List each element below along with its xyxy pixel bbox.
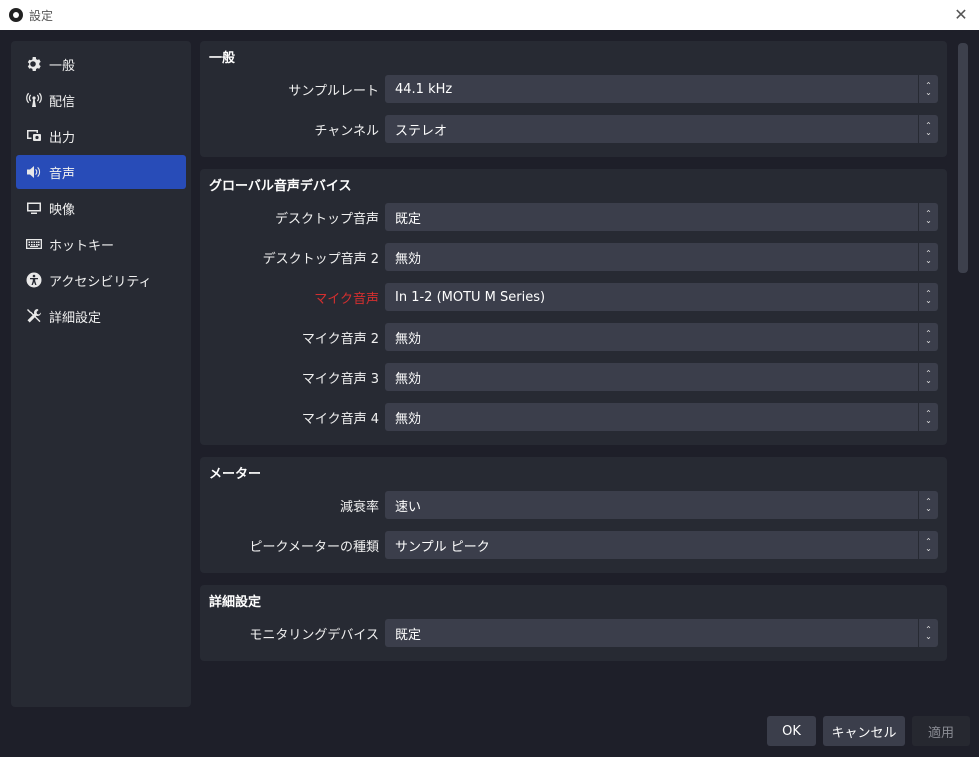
keyboard-icon — [25, 235, 43, 253]
sidebar-item-stream[interactable]: 配信 — [16, 83, 186, 117]
channels-select[interactable]: ステレオ ⌃ ⌄ — [385, 115, 938, 143]
setting-label: マイク音声 — [314, 291, 379, 307]
sidebar-item-label: 映像 — [49, 202, 76, 218]
setting-label: モニタリングデバイス — [249, 627, 379, 643]
sidebar-item-label: アクセシビリティ — [49, 274, 152, 290]
setting-row-mic-audio: マイク音声 In 1-2 (MOTU M Series) ⌃ ⌄ — [209, 283, 938, 311]
speaker-icon — [25, 163, 43, 181]
updown-arrow-icon: ⌃ ⌄ — [918, 115, 938, 143]
desktop-audio-2-select[interactable]: 無効 ⌃ ⌄ — [385, 243, 938, 271]
setting-row-decay-rate: 減衰率 速い ⌃ ⌄ — [209, 491, 938, 519]
setting-row-mic-audio-3: マイク音声 3 無効 ⌃ ⌄ — [209, 363, 938, 391]
accessibility-icon — [25, 271, 43, 289]
sidebar-item-output[interactable]: 出力 — [16, 119, 186, 153]
setting-row-desktop-audio: デスクトップ音声 既定 ⌃ ⌄ — [209, 203, 938, 231]
sidebar-item-label: 出力 — [49, 130, 76, 146]
window-title: 設定 — [29, 8, 54, 23]
close-icon[interactable]: ✕ — [951, 5, 971, 25]
group-title: 一般 — [209, 51, 236, 66]
setting-row-desktop-audio-2: デスクトップ音声 2 無効 ⌃ ⌄ — [209, 243, 938, 271]
sidebar-item-label: 一般 — [49, 58, 76, 74]
updown-arrow-icon: ⌃ ⌄ — [918, 75, 938, 103]
settings-sidebar: 一般 配信 出力 音声 映像 ホットキー アクセシビリティ 詳細設定 — [11, 41, 191, 707]
setting-row-mic-audio-2: マイク音声 2 無効 ⌃ ⌄ — [209, 323, 938, 351]
apply-button[interactable]: 適用 — [912, 716, 970, 746]
sidebar-item-label: 詳細設定 — [49, 310, 102, 326]
sidebar-item-accessibility[interactable]: アクセシビリティ — [16, 263, 186, 297]
sidebar-item-advanced[interactable]: 詳細設定 — [16, 299, 186, 333]
setting-label: 減衰率 — [339, 499, 379, 515]
setting-label: サンプルレート — [288, 83, 379, 99]
select-value: 速い — [395, 499, 422, 515]
sidebar-item-label: 音声 — [49, 166, 76, 182]
setting-row-mic-audio-4: マイク音声 4 無効 ⌃ ⌄ — [209, 403, 938, 431]
updown-arrow-icon: ⌃ ⌄ — [918, 323, 938, 351]
select-value: 既定 — [395, 211, 422, 227]
select-value: 無効 — [395, 251, 422, 267]
setting-label: マイク音声 2 — [301, 331, 379, 347]
select-value: 無効 — [395, 331, 422, 347]
group-advanced: 詳細設定 モニタリングデバイス 既定 ⌃ ⌄ — [200, 585, 947, 661]
sidebar-item-audio[interactable]: 音声 — [16, 155, 186, 189]
setting-row-sample-rate: サンプルレート 44.1 kHz ⌃ ⌄ — [209, 75, 938, 103]
group-title: 詳細設定 — [209, 595, 262, 610]
setting-label: マイク音声 3 — [301, 371, 379, 387]
setting-label: チャンネル — [314, 123, 379, 139]
dialog-buttons: OK キャンセル 適用 — [0, 716, 979, 746]
monitor-icon — [25, 199, 43, 217]
group-global-audio-devices: グローバル音声デバイス デスクトップ音声 既定 ⌃ ⌄ デスクトップ音声 2 無効… — [200, 169, 947, 445]
select-value: 無効 — [395, 411, 422, 427]
select-value: 無効 — [395, 371, 422, 387]
sidebar-item-video[interactable]: 映像 — [16, 191, 186, 225]
updown-arrow-icon: ⌃ ⌄ — [918, 203, 938, 231]
updown-arrow-icon: ⌃ ⌄ — [918, 363, 938, 391]
mic-audio-2-select[interactable]: 無効 ⌃ ⌄ — [385, 323, 938, 351]
sidebar-item-label: ホットキー — [49, 238, 115, 254]
mic-audio-3-select[interactable]: 無効 ⌃ ⌄ — [385, 363, 938, 391]
group-title: メーター — [209, 467, 262, 482]
gear-icon — [25, 55, 43, 73]
cancel-button[interactable]: キャンセル — [823, 716, 905, 746]
group-title: グローバル音声デバイス — [209, 179, 352, 194]
obs-logo-icon — [9, 8, 23, 22]
scrollbar-thumb[interactable] — [958, 43, 968, 273]
sample-rate-select[interactable]: 44.1 kHz ⌃ ⌄ — [385, 75, 938, 103]
title-bar: 設定 ✕ — [0, 0, 979, 30]
updown-arrow-icon: ⌃ ⌄ — [918, 243, 938, 271]
sidebar-item-general[interactable]: 一般 — [16, 47, 186, 81]
select-value: 44.1 kHz — [395, 81, 453, 97]
updown-arrow-icon: ⌃ ⌄ — [918, 531, 938, 559]
setting-label: ピークメーターの種類 — [249, 539, 379, 555]
select-value: ステレオ — [395, 123, 448, 139]
setting-label: デスクトップ音声 — [274, 211, 379, 227]
output-icon — [25, 127, 43, 145]
tools-icon — [25, 307, 43, 325]
group-meters: メーター 減衰率 速い ⌃ ⌄ ピークメーターの種類 サンプル ピーク ⌃ ⌄ — [200, 457, 947, 573]
mic-audio-select[interactable]: In 1-2 (MOTU M Series) ⌃ ⌄ — [385, 283, 938, 311]
select-value: 既定 — [395, 627, 422, 643]
setting-row-channels: チャンネル ステレオ ⌃ ⌄ — [209, 115, 938, 143]
group-general: 一般 サンプルレート 44.1 kHz ⌃ ⌄ チャンネル ステレオ ⌃ ⌄ — [200, 41, 947, 157]
desktop-audio-select[interactable]: 既定 ⌃ ⌄ — [385, 203, 938, 231]
settings-content: 一般 サンプルレート 44.1 kHz ⌃ ⌄ チャンネル ステレオ ⌃ ⌄ グロー… — [200, 41, 947, 661]
updown-arrow-icon: ⌃ ⌄ — [918, 619, 938, 647]
setting-row-peak-meter-type: ピークメーターの種類 サンプル ピーク ⌃ ⌄ — [209, 531, 938, 559]
ok-button[interactable]: OK — [767, 716, 816, 746]
monitoring-device-select[interactable]: 既定 ⌃ ⌄ — [385, 619, 938, 647]
mic-audio-4-select[interactable]: 無効 ⌃ ⌄ — [385, 403, 938, 431]
select-value: サンプル ピーク — [395, 539, 490, 555]
select-value: In 1-2 (MOTU M Series) — [395, 289, 546, 305]
updown-arrow-icon: ⌃ ⌄ — [918, 283, 938, 311]
setting-label: デスクトップ音声 2 — [262, 251, 379, 267]
updown-arrow-icon: ⌃ ⌄ — [918, 491, 938, 519]
setting-label: マイク音声 4 — [301, 411, 379, 427]
sidebar-item-hotkeys[interactable]: ホットキー — [16, 227, 186, 261]
updown-arrow-icon: ⌃ ⌄ — [918, 403, 938, 431]
setting-row-monitoring-device: モニタリングデバイス 既定 ⌃ ⌄ — [209, 619, 938, 647]
sidebar-item-label: 配信 — [49, 94, 76, 110]
decay-rate-select[interactable]: 速い ⌃ ⌄ — [385, 491, 938, 519]
broadcast-icon — [25, 91, 43, 109]
peak-meter-type-select[interactable]: サンプル ピーク ⌃ ⌄ — [385, 531, 938, 559]
